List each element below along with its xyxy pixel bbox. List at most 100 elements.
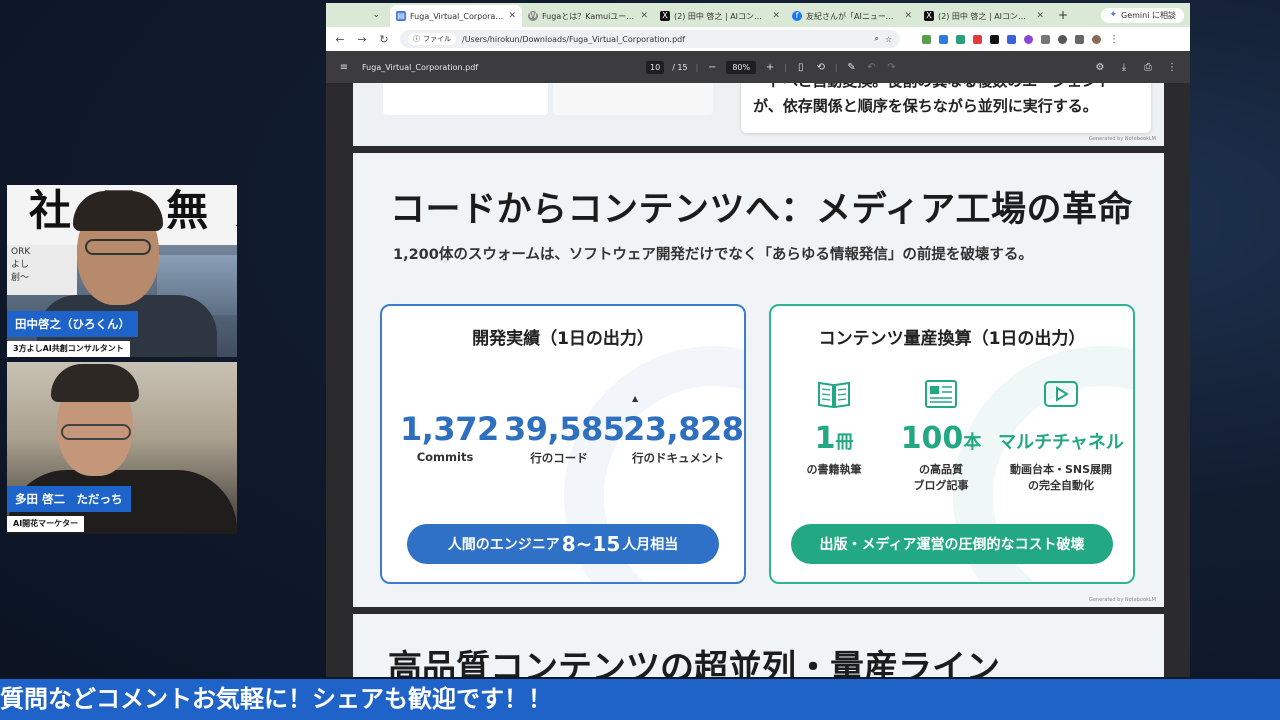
content-unit: 冊 bbox=[835, 432, 854, 453]
content-unit: マルチチャネル bbox=[998, 432, 1124, 453]
slide-title: コードからコンテンツへ：メディア工場の革命 bbox=[390, 190, 1134, 230]
tab-x-1[interactable]: X (2) 田中 啓之 | AIコンサル主人 ✕ bbox=[654, 5, 786, 27]
hamburger-menu-icon[interactable]: ≡ bbox=[338, 62, 350, 73]
tab-facebook[interactable]: f 友紀さんが「AIニュース・トピ ✕ bbox=[786, 5, 918, 27]
extension-icon[interactable] bbox=[939, 34, 948, 44]
close-icon[interactable]: ✕ bbox=[508, 11, 516, 21]
content-item-blog: 100 本 の高品質 ブログ記事 bbox=[886, 378, 996, 494]
address-bar: ← → ↻ ⓘ ファイル /Users/hirokun/Downloads/Fu… bbox=[326, 27, 1190, 51]
page-number-input[interactable]: 10 bbox=[646, 60, 665, 74]
page-total: / 15 bbox=[672, 62, 688, 72]
tab-bar: ⌄ ▤ Fuga_Virtual_Corporation.pdf ✕ W Fug… bbox=[326, 3, 1190, 27]
participant-name: 田中啓之（ひろくん） bbox=[7, 311, 138, 337]
draw-icon[interactable]: ✎ bbox=[846, 62, 858, 73]
more-icon[interactable]: ⋮ bbox=[1166, 62, 1178, 73]
separator: | bbox=[695, 62, 699, 72]
print-icon[interactable]: ⎙ bbox=[1142, 62, 1154, 73]
extensions-row: ⋮ bbox=[922, 34, 1119, 45]
extension-icon[interactable] bbox=[956, 34, 965, 44]
cost-destruction-pill: 出版・メディア運営の圧倒的なコスト破壊 bbox=[791, 524, 1113, 564]
extension-icon[interactable] bbox=[1058, 34, 1067, 44]
url-text: /Users/hirokun/Downloads/Fuga_Virtual_Co… bbox=[462, 34, 686, 44]
extension-icon[interactable] bbox=[973, 34, 982, 44]
zoom-out-icon[interactable]: − bbox=[706, 62, 718, 73]
slide-card bbox=[553, 83, 713, 115]
close-icon[interactable]: ✕ bbox=[640, 11, 648, 21]
slide-card bbox=[383, 83, 548, 115]
undo-icon[interactable]: ↶ bbox=[866, 62, 878, 73]
pdf-right-controls: ⚙ ⤓ ⎙ ⋮ bbox=[1094, 62, 1178, 73]
participant-role: AI開花マーケター bbox=[7, 516, 85, 532]
extension-icon[interactable] bbox=[1041, 34, 1050, 44]
extensions-puzzle-icon[interactable] bbox=[1075, 34, 1084, 44]
content-number: 100 bbox=[900, 421, 964, 456]
stat-value: 39,585 bbox=[504, 410, 625, 448]
pill-text: 人間のエンジニア bbox=[447, 537, 560, 553]
watermark: Generated by NotebookLM bbox=[1089, 136, 1156, 142]
stat-label: 行のドキュメント bbox=[632, 451, 724, 465]
extension-icon[interactable] bbox=[1024, 34, 1033, 44]
close-icon[interactable]: ✕ bbox=[904, 11, 912, 21]
participant-role: 3方よしAI共創コンサルタント bbox=[7, 341, 130, 357]
slide-current: コードからコンテンツへ：メディア工場の革命 1,200体のスウォームは、ソフトウ… bbox=[353, 153, 1164, 607]
watermark: Generated by NotebookLM bbox=[1089, 597, 1156, 603]
fit-page-icon[interactable]: ▯ bbox=[795, 62, 807, 73]
stat-doc-lines: 23,828 行のドキュメント bbox=[623, 410, 744, 466]
extension-icon[interactable] bbox=[990, 34, 999, 44]
url-input[interactable]: ⓘ ファイル /Users/hirokun/Downloads/Fuga_Vir… bbox=[400, 30, 900, 48]
tab-title: 友紀さんが「AIニュース・トピ bbox=[806, 11, 901, 21]
mouse-cursor-icon: ▲ bbox=[632, 394, 639, 403]
separator: | bbox=[784, 62, 787, 72]
content-item-value: 100 本 bbox=[886, 421, 996, 456]
download-icon[interactable]: ⤓ bbox=[1118, 62, 1130, 73]
tab-pdf[interactable]: ▤ Fuga_Virtual_Corporation.pdf ✕ bbox=[390, 5, 522, 27]
pdf-viewport[interactable]: ードへと自動変換。役割の異なる複数のエージェント が、依存関係と順序を保ちながら… bbox=[326, 83, 1190, 677]
new-tab-button[interactable]: + bbox=[1050, 8, 1076, 22]
extension-icon[interactable] bbox=[922, 34, 931, 44]
panel-heading: コンテンツ量産換算（1日の出力） bbox=[818, 329, 1086, 349]
pill-text: 人月相当 bbox=[622, 537, 679, 553]
file-chip[interactable]: ⓘ ファイル bbox=[408, 33, 456, 45]
participant-name: 多田 啓二 ただっち bbox=[7, 486, 131, 512]
glasses bbox=[61, 424, 131, 440]
slide-previous-line: ードへと自動変換。役割の異なる複数のエージェント bbox=[753, 83, 1151, 94]
slide-next-title: 高品質コンテンツの超並列・量産ライン bbox=[388, 648, 1000, 677]
comment-ticker: 質問などコメントお気軽に！シェアも歓迎です！！ bbox=[0, 679, 1280, 720]
file-icon: ▤ bbox=[396, 11, 406, 21]
file-chip-label: ファイル bbox=[423, 35, 451, 43]
x-icon: X bbox=[924, 11, 934, 21]
tab-search-chevron-icon[interactable]: ⌄ bbox=[330, 10, 390, 20]
forward-icon[interactable]: → bbox=[356, 33, 368, 46]
slide-subtitle: 1,200体のスウォームは、ソフトウェア開発だけでなく「あらゆる情報発信」の前提… bbox=[393, 247, 1033, 263]
zoom-input[interactable]: 80% bbox=[726, 60, 757, 74]
gemini-button[interactable]: ✦ Gemini に相談 bbox=[1101, 7, 1184, 23]
close-icon[interactable]: ✕ bbox=[772, 11, 780, 21]
wordpress-icon: W bbox=[528, 11, 538, 21]
slide-previous: ードへと自動変換。役割の異なる複数のエージェント が、依存関係と順序を保ちながら… bbox=[353, 83, 1164, 146]
tab-x-2[interactable]: X (2) 田中 啓之 | AIコンサル主人 ✕ bbox=[918, 5, 1050, 27]
tab-fuga-article[interactable]: W Fugaとは？Kamuiユーザーが知 ✕ bbox=[522, 5, 654, 27]
close-icon[interactable]: ✕ bbox=[1036, 11, 1044, 21]
gemini-star-icon: ✦ bbox=[1109, 10, 1118, 20]
content-item-value: 1 冊 bbox=[779, 421, 889, 456]
back-icon[interactable]: ← bbox=[334, 33, 346, 46]
pill-number: 8~15 bbox=[561, 532, 621, 556]
settings-icon[interactable]: ⚙ bbox=[1094, 62, 1106, 73]
menu-kebab-icon[interactable]: ⋮ bbox=[1109, 34, 1119, 45]
zoom-in-icon[interactable]: + bbox=[764, 62, 776, 73]
redo-icon[interactable]: ↷ bbox=[886, 62, 898, 73]
pdf-toolbar: ≡ Fuga_Virtual_Corporation.pdf 10 / 15 |… bbox=[326, 51, 1190, 83]
reload-icon[interactable]: ↻ bbox=[378, 33, 390, 46]
gemini-label: Gemini に相談 bbox=[1121, 10, 1176, 20]
zoom-search-icon[interactable]: ⌕ bbox=[874, 34, 878, 44]
avatar[interactable] bbox=[1092, 34, 1101, 44]
bookmark-star-icon[interactable]: ☆ bbox=[885, 35, 892, 44]
extension-icon[interactable] bbox=[1007, 34, 1016, 44]
stat-label: 行のコード bbox=[530, 451, 588, 465]
person-hair bbox=[51, 364, 139, 402]
rotate-icon[interactable]: ⟲ bbox=[815, 62, 827, 73]
tab-title: Fugaとは？Kamuiユーザーが知 bbox=[542, 11, 636, 21]
info-icon: ⓘ bbox=[413, 35, 420, 43]
webcam-host: 社 員 無 人 化 ORK よし 創〜 田中啓之（ひろくん） 3方よしAI共創コ… bbox=[7, 185, 237, 357]
webcam-guest: 多田 啓二 ただっち AI開花マーケター bbox=[7, 362, 237, 534]
